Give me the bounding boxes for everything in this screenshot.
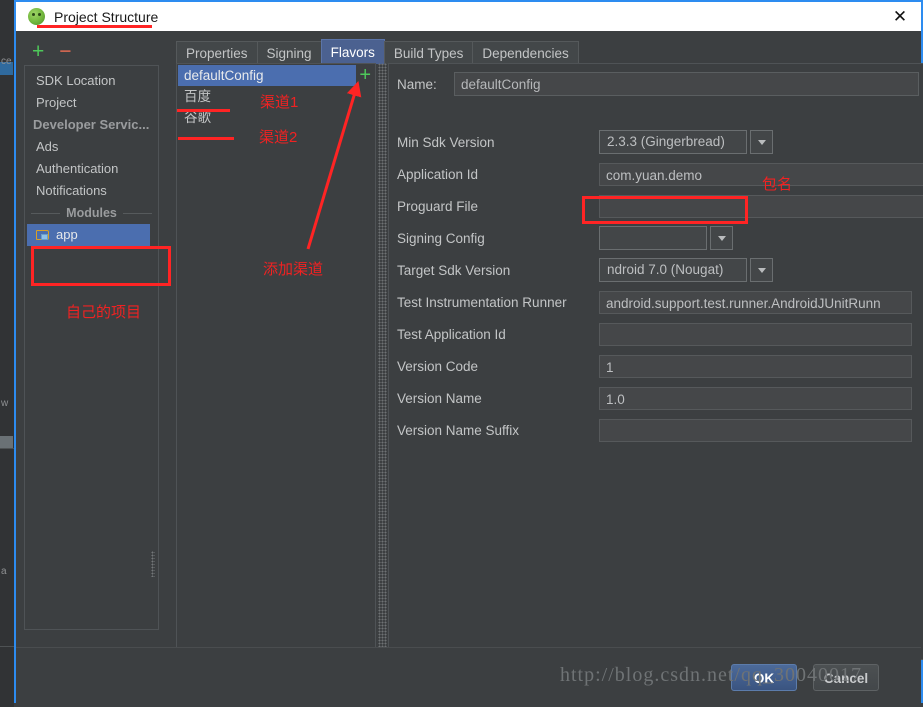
sidebar-item-ads[interactable]: Ads bbox=[25, 136, 158, 158]
flavor-item-google[interactable]: 谷歌 bbox=[178, 107, 356, 128]
name-input[interactable]: defaultConfig bbox=[454, 72, 919, 96]
test-instrumentation-runner-input[interactable]: android.support.test.runner.AndroidJUnit… bbox=[599, 290, 912, 314]
ide-background-line bbox=[0, 646, 14, 647]
signing-config-combo[interactable] bbox=[599, 226, 733, 250]
tab-bar: Properties Signing Flavors Build Types D… bbox=[176, 39, 579, 64]
combo-value: 2.3.3 (Gingerbread) bbox=[599, 130, 747, 154]
target-sdk-version-combo[interactable]: ndroid 7.0 (Nougat) bbox=[599, 258, 773, 282]
sidebar-item-authentication[interactable]: Authentication bbox=[25, 158, 158, 180]
min-sdk-version-combo[interactable]: 2.3.3 (Gingerbread) bbox=[599, 130, 773, 154]
remove-module-button[interactable]: − bbox=[59, 41, 71, 62]
chevron-down-icon[interactable] bbox=[750, 130, 773, 154]
field-label: Test Application Id bbox=[397, 326, 506, 342]
flavor-item-baidu[interactable]: 百度 bbox=[178, 86, 356, 107]
row-proguard-file: Proguard File bbox=[397, 190, 923, 222]
row-test-application-id: Test Application Id bbox=[397, 318, 923, 350]
name-label: Name: bbox=[397, 76, 437, 92]
row-version-name-suffix: Version Name Suffix bbox=[397, 414, 923, 446]
chevron-down-icon[interactable] bbox=[710, 226, 733, 250]
sidebar-header-developer-services: Developer Servic... bbox=[33, 117, 150, 132]
ok-button[interactable]: OK bbox=[731, 664, 797, 691]
sidebar-item-label: app bbox=[56, 227, 78, 242]
combo-value: ndroid 7.0 (Nougat) bbox=[599, 258, 747, 282]
ide-background-strip bbox=[0, 0, 14, 707]
add-flavor-button[interactable]: + bbox=[359, 65, 371, 85]
sidebar-tree: SDK Location Project Developer Servic...… bbox=[24, 65, 159, 630]
tab-properties[interactable]: Properties bbox=[176, 41, 258, 64]
dialog-title: Project Structure bbox=[54, 8, 159, 25]
sidebar-item-sdk-location[interactable]: SDK Location bbox=[25, 70, 158, 92]
separator-label: Modules bbox=[66, 206, 117, 220]
version-name-suffix-input[interactable] bbox=[599, 418, 912, 442]
test-application-id-input[interactable] bbox=[599, 322, 912, 346]
tab-dependencies[interactable]: Dependencies bbox=[472, 41, 579, 64]
title-underline-annotation bbox=[37, 25, 152, 28]
folder-icon bbox=[36, 229, 50, 241]
dialog-body: + − SDK Location Project Developer Servi… bbox=[16, 31, 923, 660]
row-application-id: Application Id com.yuan.demo bbox=[397, 158, 923, 190]
field-label: Application Id bbox=[397, 166, 479, 182]
field-label: Proguard File bbox=[397, 198, 479, 214]
dialog-titlebar: Project Structure ✕ bbox=[16, 2, 921, 31]
flavor-list-panel: defaultConfig 百度 谷歌 + bbox=[176, 63, 376, 660]
sidebar-item-app[interactable]: app bbox=[27, 224, 150, 246]
ide-background-text: ce bbox=[1, 56, 12, 67]
ide-background-text: a bbox=[1, 566, 7, 577]
row-target-sdk-version: Target Sdk Version ndroid 7.0 (Nougat) bbox=[397, 254, 923, 286]
ide-background-line bbox=[0, 448, 14, 449]
flavor-list: defaultConfig 百度 谷歌 bbox=[178, 65, 356, 128]
field-label: Test Instrumentation Runner bbox=[397, 294, 567, 310]
field-label: Version Code bbox=[397, 358, 479, 374]
name-row: Name: defaultConfig bbox=[397, 72, 919, 96]
android-studio-icon bbox=[28, 8, 45, 25]
panel-splitter[interactable] bbox=[378, 63, 387, 660]
version-name-input[interactable]: 1.0 bbox=[599, 386, 912, 410]
sidebar-item-project[interactable]: Project bbox=[25, 92, 158, 114]
tab-flavors[interactable]: Flavors bbox=[320, 39, 385, 64]
dialog-footer: OK Cancel bbox=[16, 647, 921, 704]
flavor-detail-panel: Name: defaultConfig Min Sdk Version 2.3.… bbox=[388, 63, 923, 660]
field-label: Version Name Suffix bbox=[397, 422, 520, 438]
flavor-properties-form: Min Sdk Version 2.3.3 (Gingerbread) Appl… bbox=[397, 126, 923, 446]
row-version-name: Version Name 1.0 bbox=[397, 382, 923, 414]
field-label: Min Sdk Version bbox=[397, 134, 495, 150]
row-signing-config: Signing Config bbox=[397, 222, 923, 254]
field-label: Version Name bbox=[397, 390, 482, 406]
row-test-instrumentation-runner: Test Instrumentation Runner android.supp… bbox=[397, 286, 923, 318]
row-min-sdk-version: Min Sdk Version 2.3.3 (Gingerbread) bbox=[397, 126, 923, 158]
cancel-button[interactable]: Cancel bbox=[813, 664, 879, 691]
sidebar-separator-modules: Modules bbox=[25, 202, 158, 224]
close-icon[interactable]: ✕ bbox=[889, 7, 911, 27]
project-structure-dialog: Project Structure ✕ + − SDK Location Pro… bbox=[14, 0, 923, 704]
tab-build-types[interactable]: Build Types bbox=[383, 41, 474, 64]
field-label: Signing Config bbox=[397, 230, 485, 246]
tree-resize-handle[interactable] bbox=[151, 551, 155, 577]
tab-content-flavors: defaultConfig 百度 谷歌 + Name: defaultConfi… bbox=[176, 63, 923, 663]
separator-line-left bbox=[31, 212, 61, 214]
version-code-input[interactable]: 1 bbox=[599, 354, 912, 378]
ide-background-text: w bbox=[1, 398, 9, 409]
add-module-button[interactable]: + bbox=[32, 41, 44, 62]
proguard-file-input[interactable] bbox=[599, 194, 923, 218]
tab-signing[interactable]: Signing bbox=[256, 41, 322, 64]
flavor-item-defaultconfig[interactable]: defaultConfig bbox=[178, 65, 356, 86]
application-id-input[interactable]: com.yuan.demo bbox=[599, 162, 923, 186]
row-version-code: Version Code 1 bbox=[397, 350, 923, 382]
chevron-down-icon[interactable] bbox=[750, 258, 773, 282]
combo-value bbox=[599, 226, 707, 250]
sidebar-toolbar: + − bbox=[24, 39, 159, 65]
field-label: Target Sdk Version bbox=[397, 262, 511, 278]
separator-line-right bbox=[122, 212, 153, 214]
sidebar-item-notifications[interactable]: Notifications bbox=[25, 180, 158, 202]
